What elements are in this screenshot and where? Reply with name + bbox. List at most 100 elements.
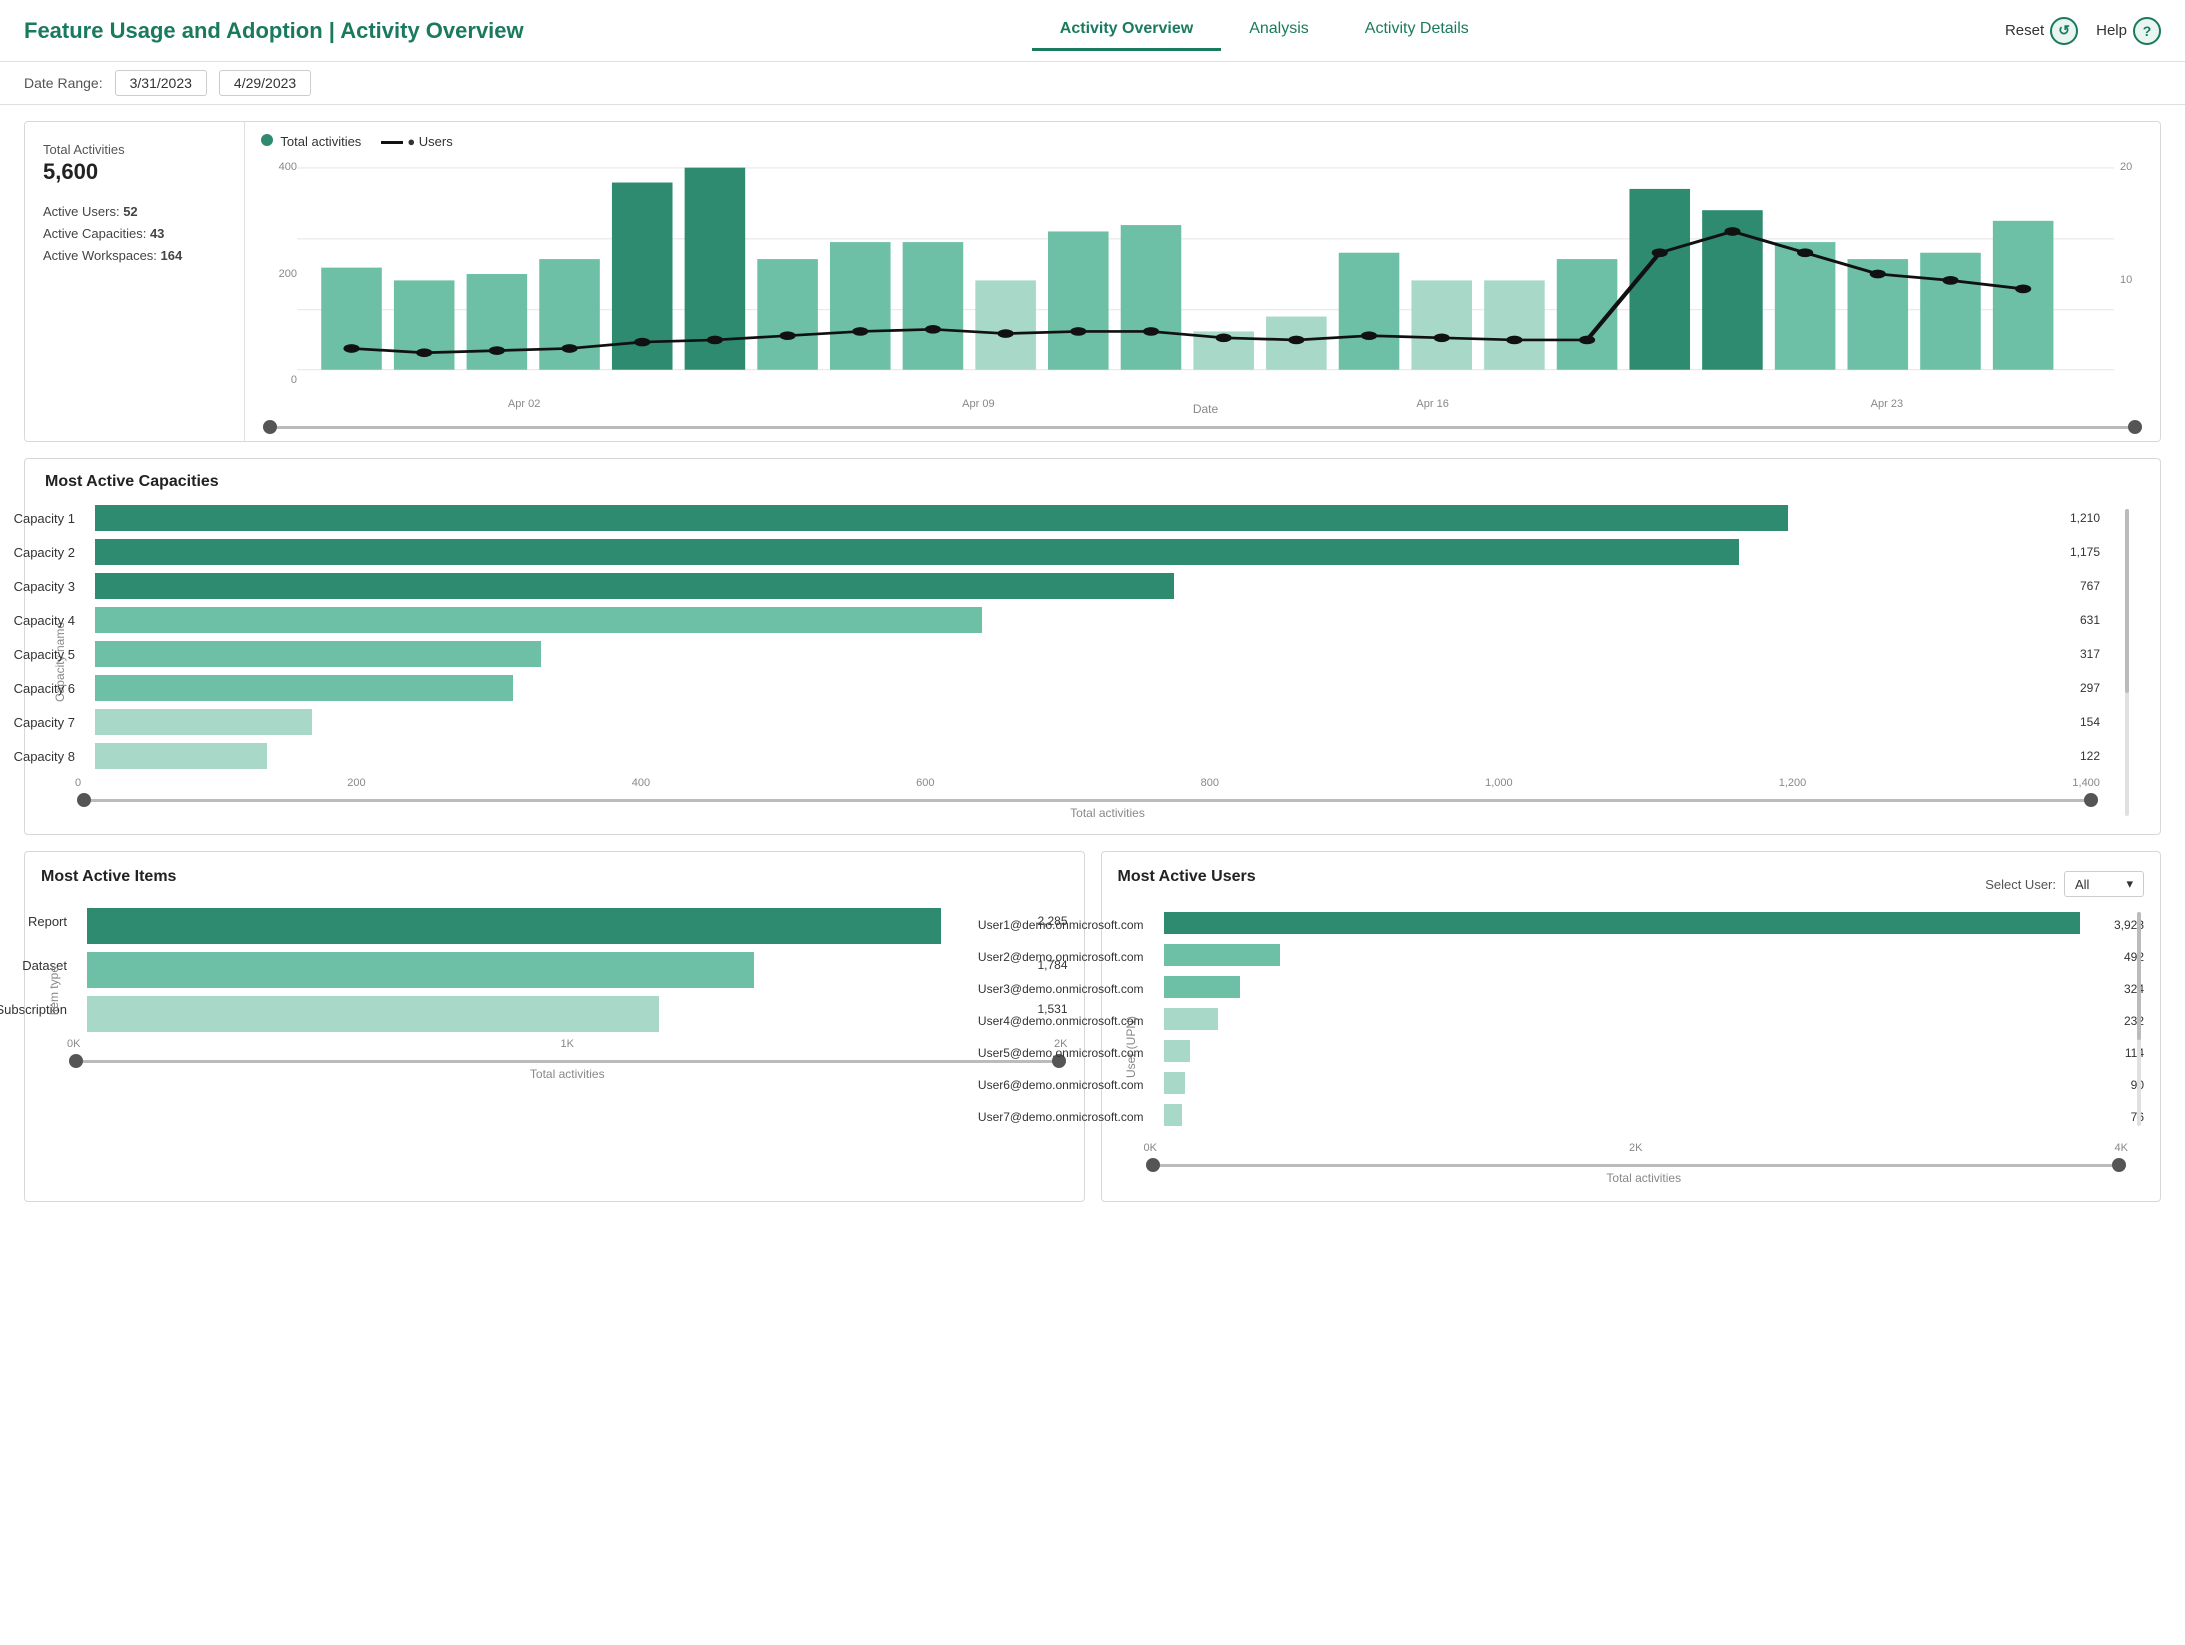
user-fill-6 — [1164, 1104, 1182, 1126]
user-bar-row-2: User3@demo.onmicrosoft.com 324 — [1144, 976, 2145, 1002]
chart-legend: Total activities ● Users — [261, 134, 2144, 149]
capacity-val-1: 1,175 — [2070, 545, 2100, 559]
tab-activity-overview[interactable]: Activity Overview — [1032, 10, 1221, 51]
users-slider[interactable] — [1144, 1164, 2145, 1167]
items-slider-left[interactable] — [69, 1054, 83, 1068]
scrollbar-thumb[interactable] — [2125, 509, 2129, 693]
app-title: Feature Usage and Adoption | Activity Ov… — [24, 18, 524, 44]
date-range-bar: Date Range: 3/31/2023 4/29/2023 — [0, 62, 2185, 105]
item-track-2 — [87, 996, 1021, 1022]
capacity-track-5 — [95, 675, 2064, 701]
header: Feature Usage and Adoption | Activity Ov… — [0, 0, 2185, 62]
activity-bar-2 — [467, 274, 528, 370]
activity-chart-panel: Total activities ● Users 400 200 0 — [245, 122, 2160, 441]
line-dot-17 — [1579, 336, 1595, 345]
slider-thumb-right[interactable] — [2128, 420, 2142, 434]
activity-chart-slider[interactable] — [261, 426, 2144, 429]
item-track-1 — [87, 952, 1021, 978]
user-track-4 — [1164, 1040, 2109, 1066]
user-fill-4 — [1164, 1040, 1191, 1062]
user-track-6 — [1164, 1104, 2115, 1130]
users-slider-right[interactable] — [2112, 1158, 2126, 1172]
slider-track — [263, 426, 2142, 429]
activity-bar-10 — [1048, 231, 1109, 369]
user-fill-0 — [1164, 912, 2080, 934]
user-fill-3 — [1164, 1008, 1219, 1030]
capacity-label-0: Capacity 1 — [0, 511, 75, 526]
date-start[interactable]: 3/31/2023 — [115, 70, 207, 96]
line-dot-15 — [1434, 333, 1450, 342]
reset-label: Reset — [2005, 22, 2044, 39]
user-bar-row-3: User4@demo.onmicrosoft.com 232 — [1144, 1008, 2145, 1034]
capacity-label-5: Capacity 6 — [0, 681, 75, 696]
reset-icon: ↺ — [2050, 17, 2078, 45]
date-end[interactable]: 4/29/2023 — [219, 70, 311, 96]
user-label-5: User6@demo.onmicrosoft.com — [884, 1078, 1144, 1092]
activity-bar-3 — [539, 259, 600, 370]
user-bar-row-1: User2@demo.onmicrosoft.com 492 — [1144, 944, 2145, 970]
select-user-label: Select User: — [1985, 877, 2056, 892]
tab-activity-details[interactable]: Activity Details — [1337, 10, 1497, 51]
capacity-fill-4 — [95, 641, 541, 667]
y-left-400: 400 — [261, 161, 297, 173]
select-user-dropdown[interactable]: All ▾ — [2064, 871, 2144, 897]
activity-bar-15 — [1411, 280, 1472, 369]
line-dot-3 — [561, 344, 577, 353]
cap-slider-right[interactable] — [2084, 793, 2098, 807]
cap-slider-track — [77, 799, 2098, 802]
active-workspaces-value: 164 — [161, 248, 183, 263]
summary-details: Active Users: 52 Active Capacities: 43 A… — [43, 201, 226, 267]
capacity-bar-row-4: Capacity 5 317 — [75, 641, 2100, 667]
user-label-0: User1@demo.onmicrosoft.com — [884, 918, 1144, 932]
summary-panel: Total Activities 5,600 Active Users: 52 … — [25, 122, 245, 441]
slider-thumb-left[interactable] — [263, 420, 277, 434]
reset-button[interactable]: Reset ↺ — [2005, 17, 2078, 45]
capacity-bar-row-2: Capacity 3 767 — [75, 573, 2100, 599]
main-content: Total Activities 5,600 Active Users: 52 … — [0, 105, 2185, 1645]
capacity-fill-3 — [95, 607, 982, 633]
capacity-label-3: Capacity 4 — [0, 613, 75, 628]
users-scrollbar-thumb[interactable] — [2137, 912, 2141, 1040]
capacities-x-label: Total activities — [75, 806, 2140, 820]
item-label-0: Report — [0, 914, 67, 929]
line-dot-18 — [1652, 248, 1668, 257]
capacity-track-1 — [95, 539, 2054, 565]
users-slider-left[interactable] — [1146, 1158, 1160, 1172]
line-dot-0 — [343, 344, 359, 353]
activity-bar-16 — [1484, 280, 1545, 369]
chevron-down-icon: ▾ — [2126, 876, 2133, 892]
active-capacities-value: 43 — [150, 226, 164, 241]
x-tick-apr16: Apr 16 — [1416, 398, 1448, 410]
capacity-val-2: 767 — [2080, 579, 2100, 593]
capacity-label-2: Capacity 3 — [0, 579, 75, 594]
capacity-track-7 — [95, 743, 2064, 769]
line-dot-16 — [1506, 336, 1522, 345]
select-user-value: All — [2075, 877, 2089, 892]
line-dot-1 — [416, 348, 432, 357]
item-fill-2 — [87, 996, 659, 1032]
nav-tabs: Activity Overview Analysis Activity Deta… — [1032, 10, 1497, 51]
activity-bar-20 — [1775, 242, 1836, 370]
items-slider[interactable] — [67, 1060, 1068, 1063]
capacities-slider[interactable] — [75, 799, 2140, 802]
user-track-3 — [1164, 1008, 2108, 1034]
active-users-label: Active Users: — [43, 204, 120, 219]
user-label-3: User4@demo.onmicrosoft.com — [884, 1014, 1144, 1028]
user-bar-row-0: User1@demo.onmicrosoft.com 3,923 — [1144, 912, 2145, 938]
capacity-fill-0 — [95, 505, 1788, 531]
user-fill-2 — [1164, 976, 1241, 998]
user-label-1: User2@demo.onmicrosoft.com — [884, 950, 1144, 964]
y-right-20: 20 — [2120, 161, 2144, 173]
capacity-label-7: Capacity 8 — [0, 749, 75, 764]
user-label-4: User5@demo.onmicrosoft.com — [884, 1046, 1144, 1060]
capacity-fill-1 — [95, 539, 1739, 565]
tab-analysis[interactable]: Analysis — [1221, 10, 1337, 51]
user-fill-1 — [1164, 944, 1280, 966]
capacity-fill-2 — [95, 573, 1174, 599]
date-range-label: Date Range: — [24, 75, 103, 91]
items-y-label: Item type — [47, 966, 61, 1015]
capacities-title: Most Active Capacities — [45, 473, 2140, 491]
activity-bar-0 — [321, 268, 382, 370]
cap-slider-left[interactable] — [77, 793, 91, 807]
help-button[interactable]: Help ? — [2096, 17, 2161, 45]
